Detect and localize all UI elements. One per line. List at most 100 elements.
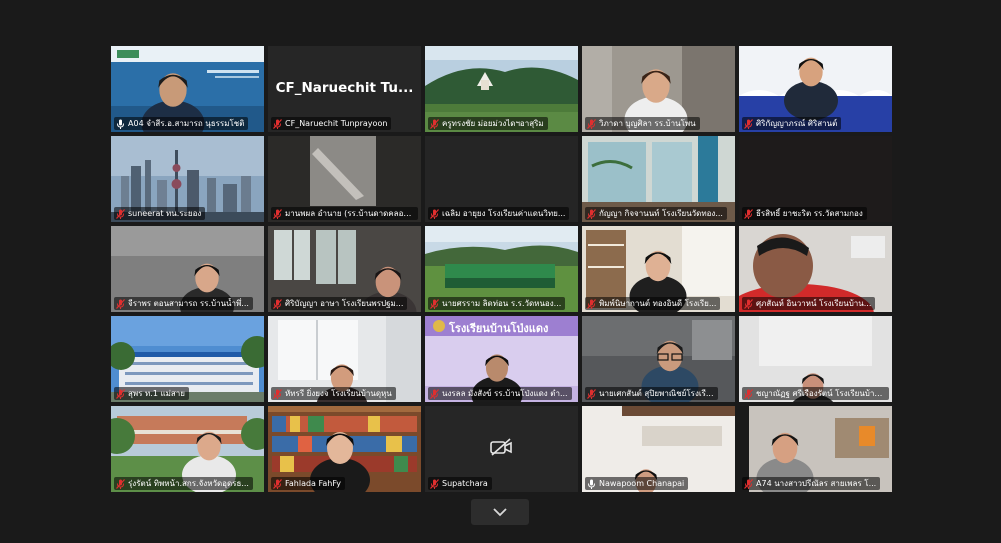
participant-tile[interactable]: Nawapoom Chanapai (582, 406, 735, 492)
mic-muted-icon (430, 298, 439, 309)
participant-name: รุ่งรัตน์ ทิพหน้า.สกร.จังหวัดอุดรธ... (128, 479, 249, 488)
participant-name-tag: เฉลิม อายุยง โรงเรียนค่าแดนวิทย... (428, 207, 570, 220)
mic-muted-icon (430, 118, 439, 129)
participant-name-tag: suneerat ทน.ระยอง (114, 207, 206, 220)
participant-tile[interactable]: เฉลิม อายุยง โรงเรียนค่าแดนวิทย... (425, 136, 578, 222)
participant-name-tag: ชญาณัฏฐ ศรีเรืองรัตน์ โรงเรียนบ้าน... (742, 387, 889, 400)
participant-name: หัทรรี ยิ่งยงจ โรงเรียนบ้านดุหุน (285, 389, 392, 398)
participant-tile[interactable]: สุพร ท.1 แม่สาย (111, 316, 264, 402)
participant-name-tag: มานพผล อำนาย (รร.บ้านดาดคลอง... (271, 207, 418, 220)
participant-name: CF_Naruechit Tunprayoon (285, 119, 388, 128)
participant-name: เฉลิม อายุยง โรงเรียนค่าแดนวิทย... (442, 209, 566, 218)
participant-name: นายศรราม ลิดท่อน ร.ร.วัดหนอง... (442, 299, 562, 308)
participant-tile[interactable]: จีราพร ตอนสามารถ รร.บ้านน้ำพึ่... (111, 226, 264, 312)
mic-muted-icon (587, 208, 596, 219)
participant-tile[interactable]: CF_Naruechit Tu... CF_Naruechit Tunprayoo… (268, 46, 421, 132)
mic-muted-icon (273, 208, 282, 219)
participant-name: นงรลล มังสังข์ รร.บ้านโป่งแดง ตำ... (442, 389, 568, 398)
participant-tile[interactable]: A74 นางสาวปรีณัลร สายเพลร โ... (739, 406, 892, 492)
participant-tile[interactable]: นายศรราม ลิดท่อน ร.ร.วัดหนอง... (425, 226, 578, 312)
participant-name: A04 จำสีร.อ.สามารถ นุธรรมโชติ (128, 119, 245, 128)
participant-tile[interactable]: Supatchara (425, 406, 578, 492)
participant-name: Supatchara (442, 479, 488, 488)
participant-name-tag: Nawapoom Chanapai (585, 477, 689, 490)
mic-muted-icon (744, 118, 753, 129)
mic-muted-icon (430, 208, 439, 219)
participant-name-tag: ศุภสัณห์ อินวาหน์ โรงเรียนบ้าน... (742, 297, 876, 310)
mic-muted-icon (273, 298, 282, 309)
participant-name: พิมพ์นิษากานต์ ทองอินดี โรงเรีย... (599, 299, 717, 308)
mic-muted-icon (587, 118, 596, 129)
mic-muted-icon (116, 208, 125, 219)
participant-name: ธีรสิทธิ์ ยาชะริต รร.วัดสามกอง (756, 209, 863, 218)
participant-tile[interactable]: ครูทรงชัย ม่อยม่วงไดฯอาสุริม (425, 46, 578, 132)
participant-name-tag: A74 นางสาวปรีณัลร สายเพลร โ... (742, 477, 881, 490)
participant-name-tag: กัญญา กิจจานนท์ โรงเรียนวัดทอง... (585, 207, 727, 220)
participant-name: ศุภสัณห์ อินวาหน์ โรงเรียนบ้าน... (756, 299, 872, 308)
participant-name-tag: รุ่งรัตน์ ทิพหน้า.สกร.จังหวัดอุดรธ... (114, 477, 253, 490)
participant-name: Fahlada FahFy (285, 479, 341, 488)
participant-name: กัญญา กิจจานนท์ โรงเรียนวัดทอง... (599, 209, 723, 218)
participant-name-tag: Fahlada FahFy (271, 477, 345, 490)
participant-name: ชญาณัฏฐ ศรีเรืองรัตน์ โรงเรียนบ้าน... (756, 389, 885, 398)
participant-tile[interactable]: พิมพ์นิษากานต์ ทองอินดี โรงเรีย... (582, 226, 735, 312)
banner-text: โรงเรียนบ้านโป่งแดง (449, 322, 549, 335)
participant-name: Nawapoom Chanapai (599, 479, 685, 488)
participant-tile[interactable]: กัญญา กิจจานนท์ โรงเรียนวัดทอง... (582, 136, 735, 222)
participant-name: ศิริบัญญา อาษา โรงเรียนพรปฐม... (285, 299, 404, 308)
participant-tile[interactable]: ศิริกัญญาภรณ์ ศิริสานต์ (739, 46, 892, 132)
chevron-down-icon (493, 507, 507, 516)
participant-tile[interactable]: Fahlada FahFy (268, 406, 421, 492)
participant-name: นายเศกสันต์ สุปิยพาณิชย์โรงเรี... (599, 389, 714, 398)
participant-tile[interactable]: รุ่งรัตน์ ทิพหน้า.สกร.จังหวัดอุดรธ... (111, 406, 264, 492)
mic-muted-icon (273, 118, 282, 129)
participant-tile[interactable]: ศุภสัณห์ อินวาหน์ โรงเรียนบ้าน... (739, 226, 892, 312)
participant-name-tag: วิภาดา บุญศิลา รร.บ้านโพน (585, 117, 700, 130)
mic-muted-icon (587, 298, 596, 309)
mic-muted-icon (273, 478, 282, 489)
participant-name: วิภาดา บุญศิลา รร.บ้านโพน (599, 119, 696, 128)
participant-name-tag: นงรลล มังสังข์ รร.บ้านโป่งแดง ตำ... (428, 387, 572, 400)
camera-off-icon (490, 438, 512, 456)
scroll-down-button[interactable] (471, 499, 529, 525)
video-gallery: A04 จำสีร.อ.สามารถ นุธรรมโชติ CF_Naruechi… (0, 0, 1001, 543)
participant-name-tag: ศิริบัญญา อาษา โรงเรียนพรปฐม... (271, 297, 408, 310)
mic-muted-icon (116, 478, 125, 489)
participant-tile[interactable]: นายเศกสันต์ สุปิยพาณิชย์โรงเรี... (582, 316, 735, 402)
participant-tile[interactable]: วิภาดา บุญศิลา รร.บ้านโพน (582, 46, 735, 132)
participant-tile[interactable]: หัทรรี ยิ่งยงจ โรงเรียนบ้านดุหุน (268, 316, 421, 402)
participant-name-tag: จีราพร ตอนสามารถ รร.บ้านน้ำพึ่... (114, 297, 253, 310)
mic-muted-icon (744, 478, 753, 489)
participant-tile[interactable]: ศิริบัญญา อาษา โรงเรียนพรปฐม... (268, 226, 421, 312)
participant-name-tag: นายเศกสันต์ สุปิยพาณิชย์โรงเรี... (585, 387, 718, 400)
participant-name: จีราพร ตอนสามารถ รร.บ้านน้ำพึ่... (128, 299, 249, 308)
participant-name-tag: Supatchara (428, 477, 492, 490)
participant-tile[interactable]: ชญาณัฏฐ ศรีเรืองรัตน์ โรงเรียนบ้าน... (739, 316, 892, 402)
mic-muted-icon (744, 298, 753, 309)
participant-tile[interactable]: A04 จำสีร.อ.สามารถ นุธรรมโชติ (111, 46, 264, 132)
participant-name-tag: พิมพ์นิษากานต์ ทองอินดี โรงเรีย... (585, 297, 721, 310)
participant-name-tag: สุพร ท.1 แม่สาย (114, 387, 189, 400)
participant-name-tag: ธีรสิทธิ์ ยาชะริต รร.วัดสามกอง (742, 207, 867, 220)
participant-name-tag: นายศรราม ลิดท่อน ร.ร.วัดหนอง... (428, 297, 566, 310)
participant-name-tag: หัทรรี ยิ่งยงจ โรงเรียนบ้านดุหุน (271, 387, 396, 400)
mic-muted-icon (430, 478, 439, 489)
participant-name: ครูทรงชัย ม่อยม่วงไดฯอาสุริม (442, 119, 544, 128)
mic-muted-icon (430, 388, 439, 399)
participant-tile[interactable]: โรงเรียนบ้านโป่งแดงนงรลล มังสังข์ รร.บ้า… (425, 316, 578, 402)
participant-tile[interactable]: ธีรสิทธิ์ ยาชะริต รร.วัดสามกอง (739, 136, 892, 222)
mic-muted-icon (116, 298, 125, 309)
mic-muted-icon (587, 388, 596, 399)
participant-tile[interactable]: มานพผล อำนาย (รร.บ้านดาดคลอง... (268, 136, 421, 222)
participant-name-tag: A04 จำสีร.อ.สามารถ นุธรรมโชติ (114, 117, 249, 130)
mic-muted-icon (744, 388, 753, 399)
participant-name-tag: CF_Naruechit Tunprayoon (271, 117, 392, 130)
participant-name: มานพผล อำนาย (รร.บ้านดาดคลอง... (285, 209, 414, 218)
mic-muted-icon (116, 388, 125, 399)
participant-name-tag: ครูทรงชัย ม่อยม่วงไดฯอาสุริม (428, 117, 548, 130)
participant-name: suneerat ทน.ระยอง (128, 209, 202, 218)
mic-icon (588, 479, 595, 489)
participant-tile[interactable]: suneerat ทน.ระยอง (111, 136, 264, 222)
participant-name-tag: ศิริกัญญาภรณ์ ศิริสานต์ (742, 117, 842, 130)
mic-icon (117, 119, 124, 129)
